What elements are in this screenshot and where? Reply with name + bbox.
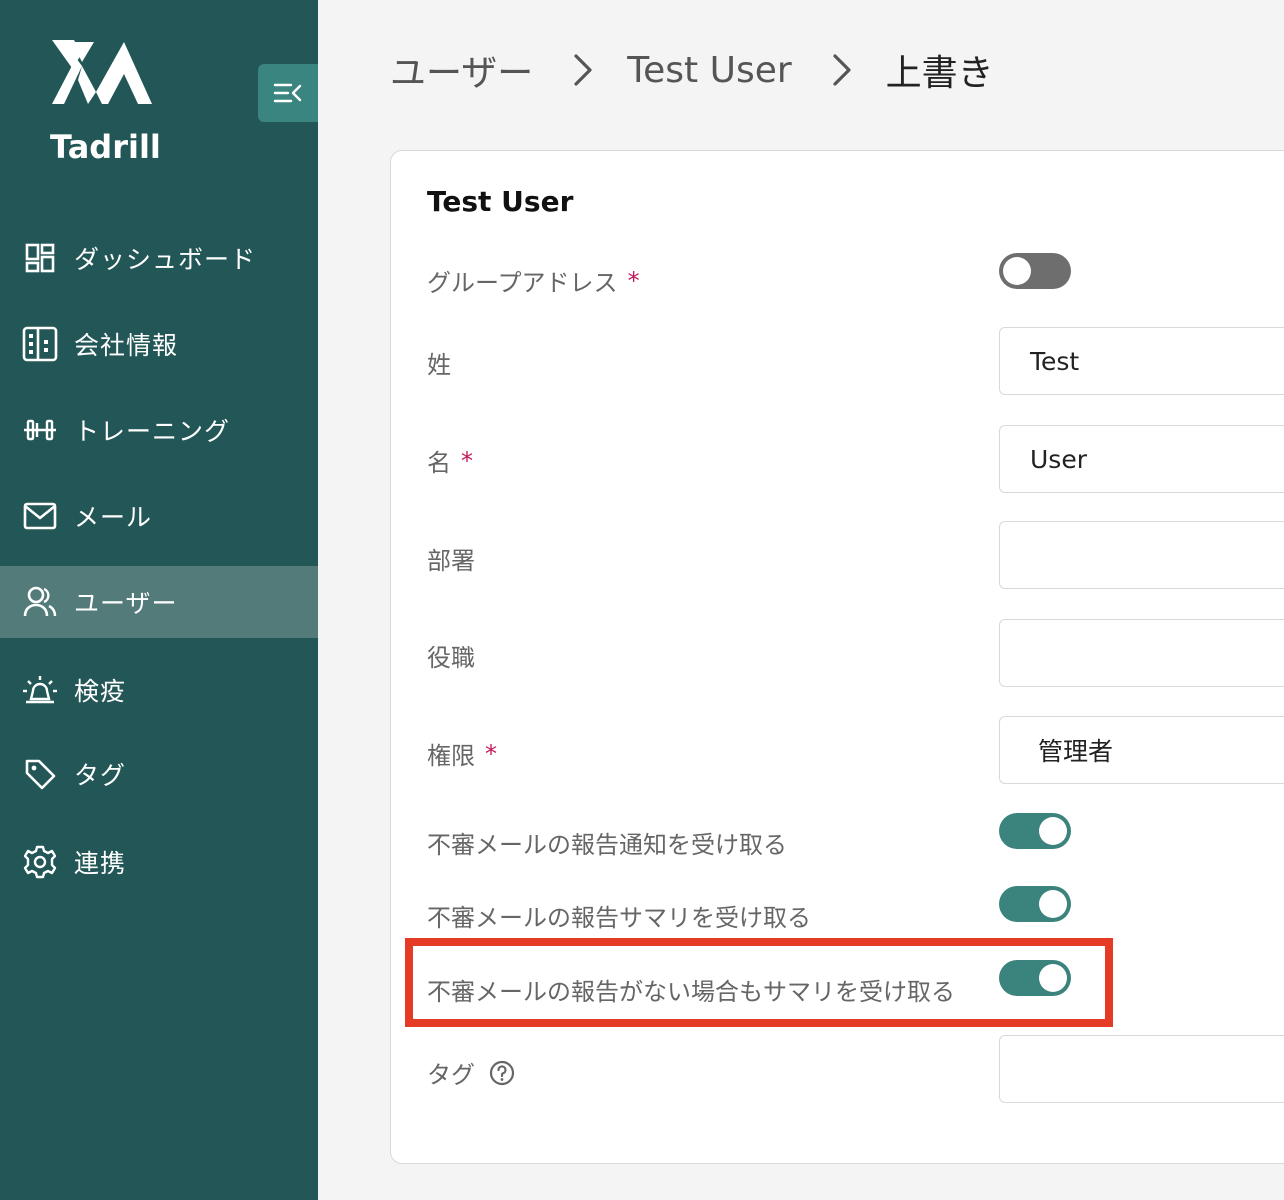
dashboard-icon [22, 240, 58, 276]
position-label: 役職 [427, 644, 475, 672]
first-name-input[interactable]: User [999, 425, 1284, 493]
card-title: Test User [427, 185, 574, 218]
sidebar-item-users[interactable]: ユーザー [0, 566, 318, 638]
sidebar-item-label: 連携 [74, 849, 127, 878]
sidebar-item-label: 会社情報 [74, 331, 179, 360]
report-notify-label: 不審メールの報告通知を受け取る [427, 831, 787, 859]
collapse-menu-icon [273, 83, 302, 103]
role-select[interactable]: 管理者 [999, 716, 1284, 784]
sidebar-item-label: メール [74, 503, 153, 532]
toggle-knob [1039, 890, 1067, 918]
tadrill-logo-mark [52, 40, 152, 104]
dumbbell-icon [22, 412, 58, 448]
sidebar-item-company-info[interactable]: 会社情報 [0, 308, 318, 380]
sidebar-item-label: ユーザー [74, 589, 178, 618]
logo-text: Tadrill [50, 128, 161, 166]
gear-icon [22, 844, 58, 880]
last-name-input[interactable]: Test [999, 327, 1284, 395]
group-address-toggle[interactable] [999, 253, 1071, 289]
breadcrumb-user-link[interactable]: Test User [627, 50, 791, 91]
sidebar-item-label: タグ [74, 761, 127, 790]
sidebar: Tadrill ダッシュボード 会社情報 トレーニング メール ユーザー 検疫 … [0, 0, 318, 1200]
group-address-label: グループアドレス * [427, 266, 640, 298]
sidebar-item-quarantine[interactable]: 検疫 [0, 654, 318, 726]
sidebar-item-training[interactable]: トレーニング [0, 394, 318, 466]
last-name-label: 姓 [427, 351, 451, 379]
tag-icon [22, 756, 58, 792]
department-input[interactable] [999, 521, 1284, 589]
breadcrumb: ユーザー Test User 上書き [390, 40, 994, 100]
siren-icon [22, 672, 58, 708]
report-summary-label: 不審メールの報告サマリを受け取る [427, 904, 811, 932]
building-icon [22, 326, 58, 362]
role-label: 権限 * [427, 739, 497, 771]
required-mark: * [461, 446, 473, 475]
toggle-knob [1039, 817, 1067, 845]
breadcrumb-current: 上書き [885, 53, 994, 94]
report-notify-toggle[interactable] [999, 813, 1071, 849]
position-input[interactable] [999, 619, 1284, 687]
breadcrumb-users-link[interactable]: ユーザー [390, 44, 533, 96]
chevron-right-icon [563, 50, 603, 90]
highlight-box [405, 938, 1113, 1027]
toggle-knob [1003, 257, 1031, 285]
department-label: 部署 [427, 547, 475, 575]
first-name-label: 名 * [427, 446, 473, 478]
sidebar-item-dashboard[interactable]: ダッシュボード [0, 222, 318, 294]
logo: Tadrill [50, 40, 161, 170]
mail-icon [22, 498, 58, 534]
report-summary-toggle[interactable] [999, 886, 1071, 922]
sidebar-item-mail[interactable]: メール [0, 480, 318, 552]
tags-label: タグ [427, 1055, 515, 1090]
required-mark: * [485, 739, 497, 768]
collapse-sidebar-button[interactable] [258, 64, 318, 122]
help-icon[interactable] [489, 1060, 515, 1086]
users-icon [22, 584, 58, 620]
tags-input[interactable] [999, 1035, 1284, 1103]
chevron-right-icon [822, 50, 862, 90]
sidebar-item-label: 検疫 [74, 677, 127, 706]
required-mark: * [627, 266, 640, 295]
sidebar-item-label: ダッシュボード [74, 245, 257, 274]
sidebar-item-label: トレーニング [74, 417, 231, 446]
role-select-value: 管理者 [1038, 737, 1114, 766]
sidebar-item-integrations[interactable]: 連携 [0, 826, 318, 898]
sidebar-item-tags[interactable]: タグ [0, 738, 318, 810]
